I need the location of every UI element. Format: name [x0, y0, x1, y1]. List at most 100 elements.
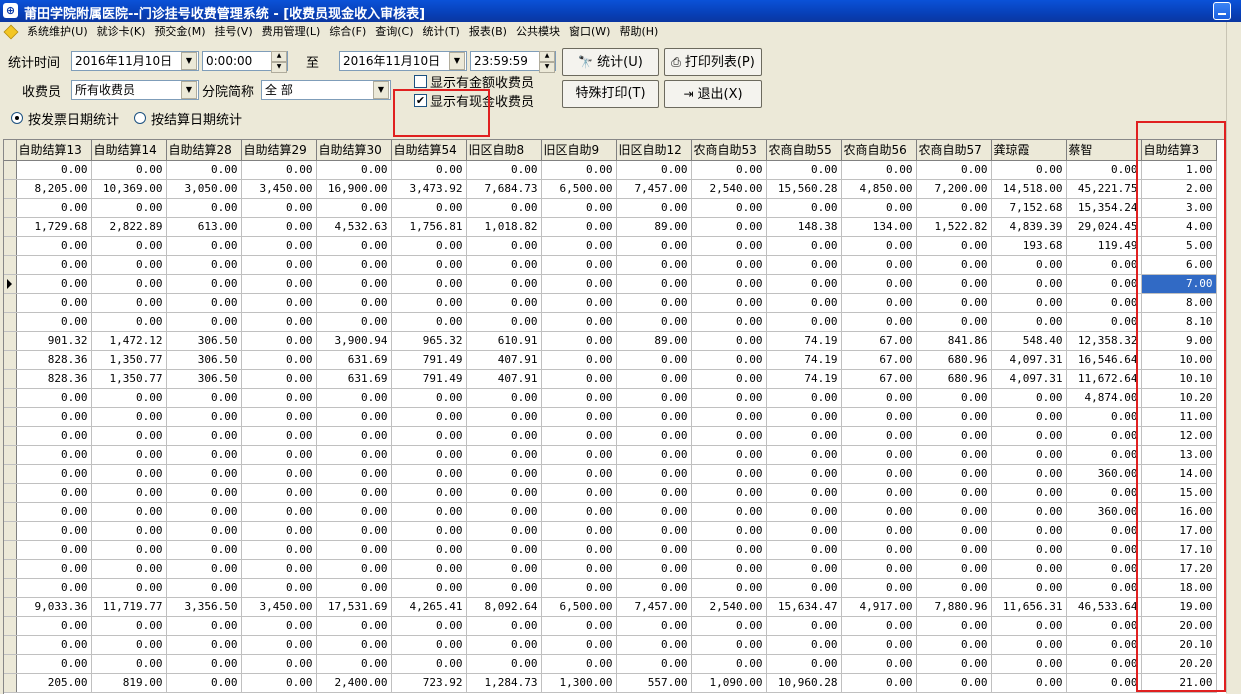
table-cell[interactable]: 306.50: [166, 331, 242, 351]
column-header[interactable]: 农商自助53: [691, 140, 767, 161]
table-cell[interactable]: 0.00: [916, 464, 992, 484]
table-cell[interactable]: 0.00: [166, 521, 242, 541]
table-cell[interactable]: 0.00: [691, 160, 767, 180]
table-cell[interactable]: 5.00: [1141, 236, 1217, 256]
table-cell[interactable]: 0.00: [241, 578, 317, 598]
table-cell[interactable]: 0.00: [541, 388, 617, 408]
row-indicator[interactable]: [4, 331, 17, 351]
show-amount-checkbox[interactable]: [414, 75, 427, 88]
table-row[interactable]: 0.00 0.00 0.00 0.00 0.00 0.00 0.00 0.00 0.00 0.00…: [4, 483, 1217, 503]
table-cell[interactable]: 828.36: [16, 350, 92, 370]
table-cell[interactable]: 0.00: [541, 198, 617, 218]
table-cell[interactable]: 1.00: [1141, 160, 1217, 180]
table-cell[interactable]: 0.00: [616, 198, 692, 218]
menu-item[interactable]: 查询(C): [372, 24, 419, 40]
table-cell[interactable]: 67.00: [841, 369, 917, 389]
table-cell[interactable]: 0.00: [241, 445, 317, 465]
table-cell[interactable]: 7,880.96: [916, 597, 992, 617]
table-cell[interactable]: 306.50: [166, 369, 242, 389]
table-cell[interactable]: 8,092.64: [466, 597, 542, 617]
table-cell[interactable]: 0.00: [391, 483, 467, 503]
table-cell[interactable]: 1,284.73: [466, 673, 542, 693]
table-cell[interactable]: 0.00: [316, 635, 392, 655]
table-cell[interactable]: 0.00: [616, 255, 692, 275]
exit-button[interactable]: ⇥ 退出(X): [664, 80, 762, 108]
table-cell[interactable]: 0.00: [691, 388, 767, 408]
table-cell[interactable]: 0.00: [841, 540, 917, 560]
table-cell[interactable]: 2,540.00: [691, 597, 767, 617]
table-cell[interactable]: 0.00: [691, 407, 767, 427]
table-cell[interactable]: 0.00: [166, 274, 242, 294]
table-cell[interactable]: 0.00: [541, 426, 617, 446]
table-cell[interactable]: 4,839.39: [991, 217, 1067, 237]
table-cell[interactable]: 0.00: [316, 578, 392, 598]
table-cell[interactable]: 0.00: [16, 293, 92, 313]
table-cell[interactable]: 0.00: [916, 559, 992, 579]
table-cell[interactable]: 0.00: [766, 293, 842, 313]
table-cell[interactable]: 18.00: [1141, 578, 1217, 598]
table-cell[interactable]: 0.00: [991, 255, 1067, 275]
table-cell[interactable]: 0.00: [841, 274, 917, 294]
table-cell[interactable]: 0.00: [466, 635, 542, 655]
table-cell[interactable]: 0.00: [1066, 160, 1142, 180]
table-cell[interactable]: 0.00: [991, 502, 1067, 522]
table-cell[interactable]: 8,205.00: [16, 179, 92, 199]
table-cell[interactable]: 16,546.64: [1066, 350, 1142, 370]
table-cell[interactable]: 0.00: [766, 274, 842, 294]
table-cell[interactable]: 2,400.00: [316, 673, 392, 693]
table-row[interactable]: 0.00 0.00 0.00 0.00 0.00 0.00 0.00 0.00 0.00 0.00…: [4, 407, 1217, 427]
table-cell[interactable]: 0.00: [616, 160, 692, 180]
row-indicator[interactable]: [4, 483, 17, 503]
table-cell[interactable]: 0.00: [316, 654, 392, 674]
table-cell[interactable]: 0.00: [16, 578, 92, 598]
table-cell[interactable]: 193.68: [991, 236, 1067, 256]
table-cell[interactable]: 0.00: [766, 654, 842, 674]
table-cell[interactable]: 0.00: [16, 407, 92, 427]
menu-item[interactable]: 窗口(W): [566, 24, 616, 40]
table-cell[interactable]: 15,634.47: [766, 597, 842, 617]
table-cell[interactable]: 0.00: [616, 654, 692, 674]
table-cell[interactable]: 0.00: [16, 559, 92, 579]
table-cell[interactable]: 0.00: [391, 578, 467, 598]
table-cell[interactable]: 1,756.81: [391, 217, 467, 237]
table-cell[interactable]: 7,684.73: [466, 179, 542, 199]
table-cell[interactable]: 0.00: [466, 559, 542, 579]
table-cell[interactable]: 9.00: [1141, 331, 1217, 351]
table-cell[interactable]: 0.00: [616, 350, 692, 370]
table-cell[interactable]: 1,090.00: [691, 673, 767, 693]
branch-select[interactable]: 全 部: [261, 80, 391, 100]
table-cell[interactable]: 0.00: [466, 198, 542, 218]
table-row[interactable]: 0.00 0.00 0.00 0.00 0.00 0.00 0.00 0.00 0.00 0.00…: [4, 388, 1217, 408]
table-cell[interactable]: 0.00: [991, 274, 1067, 294]
table-cell[interactable]: 0.00: [241, 274, 317, 294]
table-cell[interactable]: 0.00: [541, 483, 617, 503]
table-cell[interactable]: 0.00: [916, 673, 992, 693]
row-indicator[interactable]: [4, 559, 17, 579]
table-cell[interactable]: 0.00: [841, 293, 917, 313]
table-cell[interactable]: 0.00: [166, 654, 242, 674]
table-cell[interactable]: 0.00: [616, 578, 692, 598]
table-cell[interactable]: 0.00: [241, 483, 317, 503]
table-cell[interactable]: 4.00: [1141, 217, 1217, 237]
table-cell[interactable]: 0.00: [766, 407, 842, 427]
table-cell[interactable]: 0.00: [616, 540, 692, 560]
table-cell[interactable]: 11.00: [1141, 407, 1217, 427]
table-cell[interactable]: 0.00: [91, 160, 167, 180]
table-cell[interactable]: 0.00: [391, 388, 467, 408]
row-indicator[interactable]: [4, 293, 17, 313]
table-cell[interactable]: 14.00: [1141, 464, 1217, 484]
table-cell[interactable]: 0.00: [91, 426, 167, 446]
table-cell[interactable]: 1,522.82: [916, 217, 992, 237]
table-cell[interactable]: 10,960.28: [766, 673, 842, 693]
row-indicator[interactable]: [4, 179, 17, 199]
table-cell[interactable]: 306.50: [166, 350, 242, 370]
table-cell[interactable]: 12.00: [1141, 426, 1217, 446]
table-cell[interactable]: 0.00: [991, 160, 1067, 180]
table-cell[interactable]: 0.00: [766, 236, 842, 256]
table-cell[interactable]: 0.00: [691, 293, 767, 313]
table-cell[interactable]: 0.00: [166, 293, 242, 313]
table-cell[interactable]: 0.00: [766, 483, 842, 503]
table-cell[interactable]: 0.00: [16, 540, 92, 560]
table-cell[interactable]: 0.00: [241, 312, 317, 332]
table-cell[interactable]: 0.00: [841, 312, 917, 332]
